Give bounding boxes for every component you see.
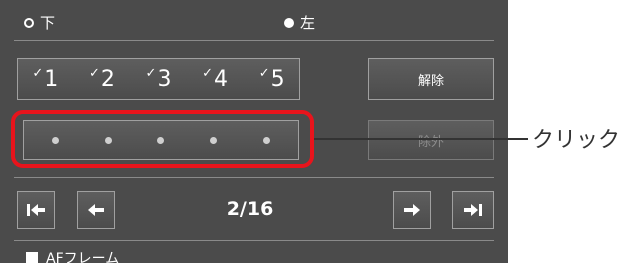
first-page-icon — [27, 204, 45, 216]
callout-line — [314, 138, 528, 140]
check-icon: ✓ — [32, 65, 44, 81]
divider — [14, 177, 494, 178]
next-button[interactable] — [393, 191, 431, 229]
check-icon: ✓ — [88, 65, 100, 81]
highlight-box — [11, 110, 314, 168]
page-indicator: 2/16 — [226, 198, 274, 220]
last-page-icon — [464, 204, 482, 216]
rating-button-5[interactable]: ✓5 — [258, 65, 285, 92]
exclude-button[interactable]: 除外 — [368, 120, 494, 160]
rating-button-1[interactable]: ✓1 — [32, 65, 59, 92]
divider — [14, 240, 494, 241]
radio-unselected-icon — [24, 17, 34, 28]
rating-button-3[interactable]: ✓3 — [145, 65, 172, 92]
check-icon: ✓ — [145, 65, 157, 81]
radio-selected-icon — [284, 17, 294, 28]
arrow-right-icon — [404, 204, 420, 216]
radio-option-left[interactable]: 左 — [284, 12, 315, 33]
previous-button[interactable] — [77, 191, 115, 229]
rating-label: 2 — [100, 66, 115, 92]
rating-label: 4 — [214, 66, 229, 92]
check-icon: ✓ — [202, 65, 214, 81]
check-icon: ✓ — [258, 65, 270, 81]
rating-button-2[interactable]: ✓2 — [88, 65, 115, 92]
arrow-left-icon — [88, 204, 104, 216]
af-frame-checkbox[interactable] — [26, 252, 38, 264]
radio-option-bottom[interactable]: 下 — [24, 12, 55, 33]
rating-label: 3 — [157, 66, 172, 92]
rating-row: ✓1 ✓2 ✓3 ✓4 ✓5 — [17, 58, 300, 100]
last-page-button[interactable] — [452, 191, 494, 229]
divider — [14, 40, 494, 41]
rating-button-4[interactable]: ✓4 — [202, 65, 229, 92]
rating-label: 1 — [44, 66, 59, 92]
af-frame-label: AFフレーム — [46, 251, 120, 267]
radio-label-left: 左 — [300, 14, 316, 32]
tool-panel: 下 左 ✓1 ✓2 ✓3 ✓4 ✓5 解除 除外 2/16 AFフレーム — [0, 0, 508, 267]
release-button[interactable]: 解除 — [368, 58, 494, 100]
rating-label: 5 — [270, 66, 285, 92]
radio-label-bottom: 下 — [40, 14, 56, 32]
click-annotation: クリック — [532, 128, 621, 153]
first-page-button[interactable] — [17, 191, 55, 229]
